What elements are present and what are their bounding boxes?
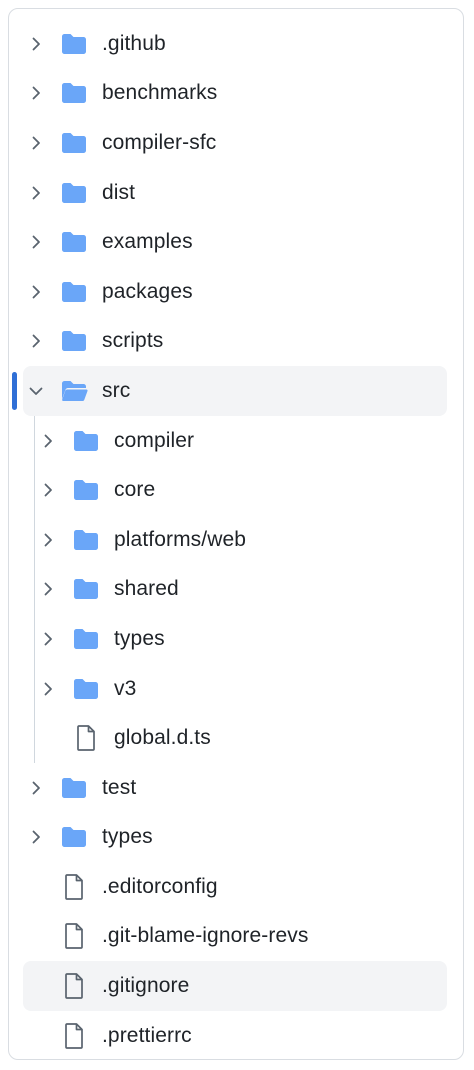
folder-icon [59,822,89,852]
tree-item-label: shared [114,577,179,601]
folder-icon [71,674,101,704]
folder-icon [71,475,101,505]
tree-item-label: benchmarks [102,81,218,105]
folder-icon [71,525,101,555]
tree-item-core[interactable]: core [35,465,447,515]
tree-item-compiler-sfc[interactable]: compiler-sfc [23,118,447,168]
tree-item-label: platforms/web [114,527,247,551]
tree-item-shared[interactable]: shared [35,565,447,615]
tree-item-v3[interactable]: v3 [35,664,447,714]
tree-item-src[interactable]: src [12,366,447,416]
open-folder-icon [59,376,89,406]
tree-item-label: core [114,478,156,502]
folder-icon [59,227,89,257]
tree-item-label: dist [102,180,136,204]
folder-icon [59,277,89,307]
folder-icon [59,29,89,59]
tree-item-git-blame-ignore-revs[interactable]: .git-blame-ignore-revs [23,912,447,962]
file-icon [59,971,89,1001]
folder-icon [59,178,89,208]
tree-item-gitignore[interactable]: .gitignore [23,961,447,1011]
chevron-right-icon[interactable] [25,330,47,352]
tree-item-scripts[interactable]: scripts [23,317,447,367]
tree-item-label: .gitignore [102,974,190,998]
chevron-right-icon[interactable] [25,33,47,55]
folder-icon [71,574,101,604]
tree-item-label: scripts [102,329,164,353]
tree-item-prettierrc[interactable]: .prettierrc [23,1011,447,1059]
folder-icon [71,426,101,456]
folder-icon [59,78,89,108]
chevron-right-icon[interactable] [37,578,59,600]
chevron-right-icon[interactable] [37,479,59,501]
folder-icon [59,773,89,803]
tree-item-label: types [114,626,165,650]
tree-item-global-d-ts[interactable]: global.d.ts [35,713,447,763]
chevron-right-icon[interactable] [37,430,59,452]
chevron-right-icon[interactable] [25,281,47,303]
tree-item-benchmarks[interactable]: benchmarks [23,69,447,119]
folder-icon [59,326,89,356]
tree-item-label: .editorconfig [102,874,218,898]
tree-item-label: test [102,775,137,799]
tree-item-label: types [102,825,153,849]
chevron-right-icon[interactable] [25,777,47,799]
chevron-right-icon[interactable] [25,82,47,104]
tree-item-label: examples [102,230,193,254]
file-icon [59,921,89,951]
tree-item-label: compiler-sfc [102,130,217,154]
file-tree: .github benchmarks compiler-sfc dist exa… [9,19,463,1059]
tree-item-types[interactable]: types [35,614,447,664]
chevron-down-icon[interactable] [25,380,47,402]
chevron-right-icon[interactable] [37,678,59,700]
file-icon [59,1021,89,1051]
chevron-right-icon[interactable] [25,182,47,204]
tree-item-label: .git-blame-ignore-revs [102,924,309,948]
tree-item-test[interactable]: test [23,763,447,813]
file-icon [59,872,89,902]
file-icon [71,723,101,753]
file-tree-panel: .github benchmarks compiler-sfc dist exa… [8,8,464,1060]
chevron-right-icon[interactable] [25,132,47,154]
src-children: compiler core platforms/web shared types… [9,415,463,763]
tree-item-examples[interactable]: examples [23,217,447,267]
tree-item-platforms-web[interactable]: platforms/web [35,515,447,565]
tree-item-types-root[interactable]: types [23,813,447,863]
folder-icon [59,128,89,158]
tree-item-dist[interactable]: dist [23,168,447,218]
tree-item-label: packages [102,279,193,303]
tree-item-label: v3 [114,676,137,700]
tree-item-label: .prettierrc [102,1023,192,1047]
tree-item-packages[interactable]: packages [23,267,447,317]
tree-item-label: src [102,378,131,402]
chevron-right-icon[interactable] [25,231,47,253]
tree-item-label: global.d.ts [114,726,211,750]
folder-icon [71,624,101,654]
chevron-right-icon[interactable] [37,628,59,650]
tree-item-github[interactable]: .github [23,19,447,69]
chevron-right-icon[interactable] [25,826,47,848]
tree-item-label: .github [102,31,166,55]
tree-item-editorconfig[interactable]: .editorconfig [23,862,447,912]
tree-item-label: compiler [114,428,195,452]
tree-item-compiler[interactable]: compiler [35,416,447,466]
chevron-right-icon[interactable] [37,529,59,551]
